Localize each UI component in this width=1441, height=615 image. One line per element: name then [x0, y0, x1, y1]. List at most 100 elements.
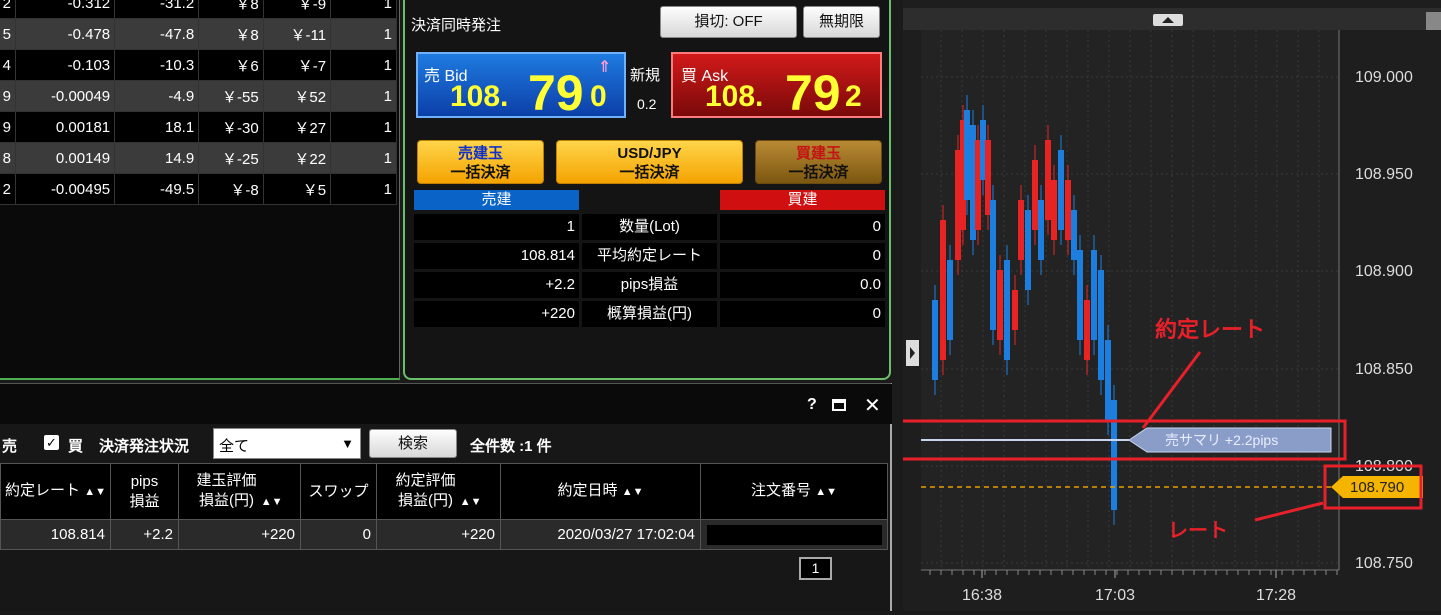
column-header[interactable]: 約定レート ▲▼: [0, 463, 111, 520]
buy-position-close-all-button[interactable]: 買建玉 一括決済: [755, 140, 882, 184]
candle-body: [940, 220, 946, 360]
position-cell: -49.5: [114, 173, 200, 205]
position-cell: ￥22: [262, 142, 332, 174]
candle-body: [947, 260, 953, 340]
pair-close-all-button[interactable]: USD/JPY 一括決済: [556, 140, 743, 184]
sell-position-close-all-button[interactable]: 売建玉 一括決済: [417, 140, 544, 184]
position-row[interactable]: 5 -0.478 -47.8 ￥8 ￥-11 1: [0, 18, 397, 50]
candlestick-chart[interactable]: 109.000108.950108.900108.850108.800108.7…: [876, 0, 1441, 611]
stop-loss-button[interactable]: 損切: OFF: [660, 6, 797, 38]
expiry-button[interactable]: 無期限: [803, 6, 880, 38]
position-cell: -10.3: [114, 49, 200, 81]
positions-table: 2 -0.312 -31.2 ￥8 ￥-9 1 5 -0.478 -47.8 ￥8 ￥-11 1 4 -0…: [0, 0, 397, 205]
sort-icon: ▲▼: [260, 496, 283, 508]
sort-icon: ▲▼: [621, 486, 644, 498]
position-cell: ￥5: [262, 173, 332, 205]
execution-table: 約定レート ▲▼ pips 損益 建玉評価 損益(円) ▲▼ スワップ 約定評価 損益(…: [0, 463, 888, 550]
filter-sell-label: 売: [2, 438, 18, 455]
column-header[interactable]: 約定日時 ▲▼: [500, 463, 701, 520]
summary-tag-label: 売サマリ +2.2pips: [1165, 432, 1278, 448]
summary-sell-value: +220: [414, 301, 579, 327]
position-cell: -0.103: [14, 49, 116, 81]
candle-body: [1051, 180, 1057, 240]
position-cell: 1: [330, 18, 397, 50]
filter-buy-checkbox[interactable]: ✓: [44, 435, 59, 450]
position-cell: 18.1: [114, 111, 200, 143]
order-number-masked: [707, 524, 882, 545]
position-row[interactable]: 9 0.00181 18.1 ￥-30 ￥27 1: [0, 111, 397, 143]
position-row[interactable]: 9 -0.00049 -4.9 ￥-55 ￥52 1: [0, 80, 397, 112]
position-cell: -47.8: [114, 18, 200, 50]
position-cell: ￥8: [198, 0, 264, 19]
chart-scroll: [1426, 12, 1441, 30]
column-header[interactable]: pips 損益: [110, 463, 179, 520]
up-double-arrow-icon: ⇑: [598, 59, 612, 76]
candle-body: [932, 300, 938, 380]
position-cell: 5: [0, 18, 16, 50]
y-tick-label: 108.900: [1355, 263, 1413, 280]
column-header[interactable]: 約定評価 損益(円) ▲▼: [376, 463, 501, 520]
status-select-value: 全て: [219, 438, 250, 455]
execution-list-panel: ? ✕ 売 ✓ 買 決済発注状況 全て ▼ 検索 全件数 :1 件 約定レート …: [0, 383, 892, 611]
ask-button[interactable]: 買 Ask 108. 79 2: [671, 52, 882, 121]
position-cell: 9: [0, 80, 16, 112]
position-cell: 1: [330, 49, 397, 81]
bid-price-small: 0: [590, 80, 607, 113]
position-row[interactable]: 8 0.00149 14.9 ￥-25 ￥22 1: [0, 142, 397, 174]
rate-tag-label: 108.790: [1350, 479, 1404, 496]
candle-body: [1025, 210, 1031, 290]
column-header[interactable]: 注文番号 ▲▼: [700, 463, 888, 520]
candle-body: [1091, 250, 1097, 340]
summary-label: 概算損益(円): [582, 301, 717, 327]
position-cell: 2: [0, 0, 16, 19]
table-cell: 108.814: [0, 519, 111, 550]
position-cell: ￥27: [262, 111, 332, 143]
help-icon[interactable]: ?: [807, 396, 817, 414]
summary-sell-value: 108.814: [414, 243, 579, 269]
candle-body: [1098, 270, 1104, 380]
position-row[interactable]: 4 -0.103 -10.3 ￥6 ￥-7 1: [0, 49, 397, 81]
status-label: 決済発注状況: [99, 438, 190, 455]
summary-label: pips損益: [582, 272, 717, 298]
close-icon[interactable]: ✕: [864, 393, 881, 418]
table-row[interactable]: 108.814 +2.2 +220 0 +220 2020/03/27 17:02:04: [0, 519, 888, 550]
summary-sell-value: +2.2: [414, 272, 579, 298]
price-chart[interactable]: 109.000 108.950 108.900 108.850 108.800 108.7…: [876, 0, 1441, 611]
position-cell: 2: [0, 173, 16, 205]
positions-table-panel: 2 -0.312 -31.2 ￥8 ￥-9 1 5 -0.478 -47.8 ￥8 ￥-11 1 4 -0…: [0, 0, 400, 380]
page-number[interactable]: 1: [799, 557, 832, 580]
column-header[interactable]: スワップ: [300, 463, 377, 520]
status-select[interactable]: 全て ▼: [213, 428, 361, 459]
candle-body: [1004, 260, 1010, 360]
position-cell: 1: [330, 173, 397, 205]
column-header-label: 注文番号: [751, 482, 812, 499]
candle-body: [990, 200, 996, 330]
candle-body: [1105, 340, 1111, 420]
summary-row: 108.814 平均約定レート 0: [414, 243, 885, 272]
y-tick-label: 108.850: [1355, 361, 1413, 378]
sort-icon: ▲▼: [459, 496, 482, 508]
bid-price-big: 79: [528, 65, 584, 121]
summary-buy-value: 0.0: [720, 272, 885, 298]
position-cell: -0.478: [14, 18, 116, 50]
summary-label: 数量(Lot): [582, 214, 717, 240]
candle-body: [1012, 290, 1018, 330]
search-button[interactable]: 検索: [369, 429, 457, 458]
position-cell: -4.9: [114, 80, 200, 112]
candle-body: [964, 110, 970, 200]
position-cell: -0.312: [14, 0, 116, 19]
column-header-label: pips 損益: [129, 472, 160, 510]
bid-button[interactable]: 売 Bid 108. 79 0 ⇑: [416, 52, 626, 121]
candle-body: [1077, 250, 1083, 340]
column-header-label: スワップ: [308, 482, 369, 500]
restore-window-icon[interactable]: [832, 399, 846, 411]
position-row[interactable]: 2 -0.312 -31.2 ￥8 ￥-9 1: [0, 0, 397, 19]
position-row[interactable]: 2 -0.00495 -49.5 ￥-8 ￥5 1: [0, 173, 397, 205]
candle-body: [1045, 140, 1051, 220]
column-header[interactable]: 建玉評価 損益(円) ▲▼: [178, 463, 301, 520]
spread-value: 0.2: [637, 96, 657, 112]
buy-pos-line2: 一括決済: [788, 164, 849, 181]
position-cell: ￥-9: [262, 0, 332, 19]
summary-buy-value: 0: [720, 301, 885, 327]
summary-row: +220 概算損益(円) 0: [414, 301, 885, 330]
